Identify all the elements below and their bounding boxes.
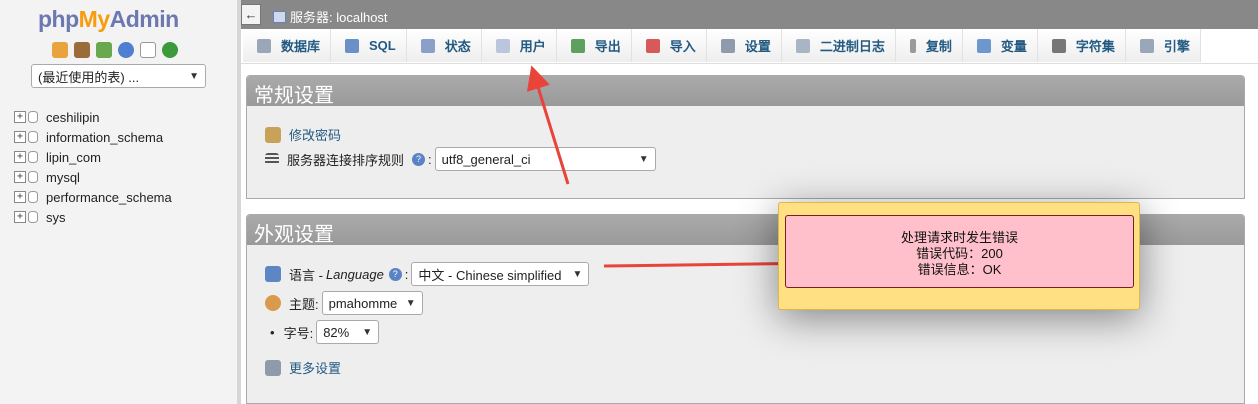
tab-settings[interactable]: 设置: [706, 29, 782, 62]
database-item[interactable]: + performance_schema: [14, 187, 172, 207]
language-row: 语言 - Language ? : 中文 - Chinese simplifie…: [265, 262, 590, 286]
copy-icon[interactable]: [140, 42, 156, 58]
chevron-down-icon: ▼: [572, 268, 583, 280]
expand-icon[interactable]: +: [14, 191, 26, 203]
expand-icon[interactable]: +: [14, 211, 26, 223]
server-collation-row: 服务器连接排序规则 ? : utf8_general_ci ▼: [265, 147, 656, 171]
home-icon[interactable]: [52, 42, 68, 58]
tab-import[interactable]: 导入: [631, 29, 707, 62]
reload-icon[interactable]: [162, 42, 178, 58]
chevron-down-icon: ▼: [638, 153, 649, 165]
general-settings-title: 常规设置: [247, 76, 1244, 107]
database-icon: [28, 131, 38, 143]
language-icon: [265, 266, 281, 282]
list-icon: [265, 153, 279, 165]
chevron-down-icon: ▼: [189, 70, 199, 82]
server-breadcrumb[interactable]: 服务器: localhost: [273, 7, 388, 26]
bullet-icon: •: [270, 324, 275, 340]
database-icon: [28, 111, 38, 123]
change-password-link[interactable]: 修改密码: [289, 125, 341, 144]
help-icon[interactable]: [118, 42, 134, 58]
colon-separator: :: [404, 266, 409, 282]
database-icon: [28, 171, 38, 183]
tab-status[interactable]: 状态: [406, 29, 482, 62]
tab-variables[interactable]: 变量: [962, 29, 1038, 62]
tab-databases[interactable]: 数据库: [243, 29, 332, 62]
engine-icon: [1139, 38, 1154, 53]
language-select[interactable]: 中文 - Chinese simplified ▼: [411, 262, 590, 286]
wrench-icon: [265, 359, 281, 376]
database-item[interactable]: + sys: [14, 207, 172, 227]
collapse-nav-button[interactable]: ←: [241, 4, 261, 25]
replication-icon: [909, 38, 916, 53]
server-breadcrumb-bar: ← 服务器: localhost: [241, 0, 1258, 29]
tab-export[interactable]: 导出: [556, 29, 632, 62]
error-code: 错误代码：200: [916, 246, 1003, 261]
colon-separator: :: [428, 151, 432, 167]
exit-icon[interactable]: [74, 42, 90, 58]
error-title: 处理请求时发生错误: [900, 230, 1018, 245]
nav-icon-bar: [52, 42, 178, 58]
tab-users[interactable]: 用户: [481, 29, 557, 62]
sql-icon: [345, 38, 360, 53]
collation-select[interactable]: utf8_general_ci ▼: [434, 147, 656, 171]
general-settings-panel: 常规设置: [246, 75, 1245, 199]
users-icon: [495, 38, 510, 53]
error-message-box: 处理请求时发生错误 错误代码：200 错误信息：OK: [785, 215, 1134, 288]
theme-select[interactable]: pmahomme ▼: [321, 291, 423, 315]
navigation-panel: phpMyAdmin (最近使用的表) ... ▼ + ceshilipin + i…: [0, 0, 237, 404]
phpmyadmin-logo[interactable]: phpMyAdmin: [38, 6, 179, 33]
server-icon: [273, 10, 286, 23]
expand-icon[interactable]: +: [14, 171, 26, 183]
database-item[interactable]: + mysql: [14, 167, 172, 187]
recent-tables-select[interactable]: (最近使用的表) ... ▼: [31, 64, 206, 88]
variables-icon: [976, 38, 991, 53]
font-size-row: • 字号: 82% ▼: [270, 320, 380, 344]
expand-icon[interactable]: +: [14, 151, 26, 163]
tab-replication[interactable]: 复制: [895, 29, 963, 62]
status-icon: [420, 38, 435, 53]
database-icon: [28, 211, 38, 223]
error-message: 错误信息：OK: [917, 262, 1002, 277]
tab-binary-log[interactable]: 二进制日志: [781, 29, 896, 62]
charset-icon: [1051, 38, 1066, 53]
tab-engines[interactable]: 引擎: [1125, 29, 1201, 62]
more-settings-row: 更多设置: [265, 358, 341, 377]
chevron-down-icon: ▼: [362, 326, 373, 338]
binlog-icon: [795, 38, 810, 53]
font-size-select[interactable]: 82% ▼: [316, 320, 380, 344]
import-icon: [645, 38, 660, 53]
top-menu-tabs: 数据库 SQL 状态 用户 导出 导入 设置 二进制日志 复制 变量 字符集 引…: [241, 29, 1258, 64]
database-icon: [257, 38, 271, 53]
docs-icon[interactable]: [96, 42, 112, 58]
more-settings-link[interactable]: 更多设置: [289, 358, 341, 377]
database-item[interactable]: + information_schema: [14, 127, 172, 147]
database-item[interactable]: + ceshilipin: [14, 107, 172, 127]
password-icon: [265, 126, 281, 143]
help-icon[interactable]: ?: [388, 267, 402, 281]
help-icon[interactable]: ?: [412, 152, 426, 166]
expand-icon[interactable]: +: [14, 131, 26, 143]
error-popup[interactable]: 处理请求时发生错误 错误代码：200 错误信息：OK: [778, 202, 1140, 310]
tab-sql[interactable]: SQL: [331, 29, 407, 62]
database-item[interactable]: + lipin_com: [14, 147, 172, 167]
database-icon: [28, 151, 38, 163]
collation-label: 服务器连接排序规则: [287, 152, 405, 168]
theme-row: 主题: pmahomme ▼: [265, 291, 423, 315]
expand-icon[interactable]: +: [14, 111, 26, 123]
database-tree: + ceshilipin + information_schema + lipin_c…: [14, 107, 172, 227]
change-password-row: 修改密码: [265, 125, 341, 144]
tab-charsets[interactable]: 字符集: [1037, 29, 1126, 62]
chevron-down-icon: ▼: [405, 297, 416, 309]
wrench-icon: [720, 38, 735, 53]
database-icon: [28, 191, 38, 203]
export-icon: [570, 38, 585, 53]
theme-palette-icon: [265, 295, 281, 311]
